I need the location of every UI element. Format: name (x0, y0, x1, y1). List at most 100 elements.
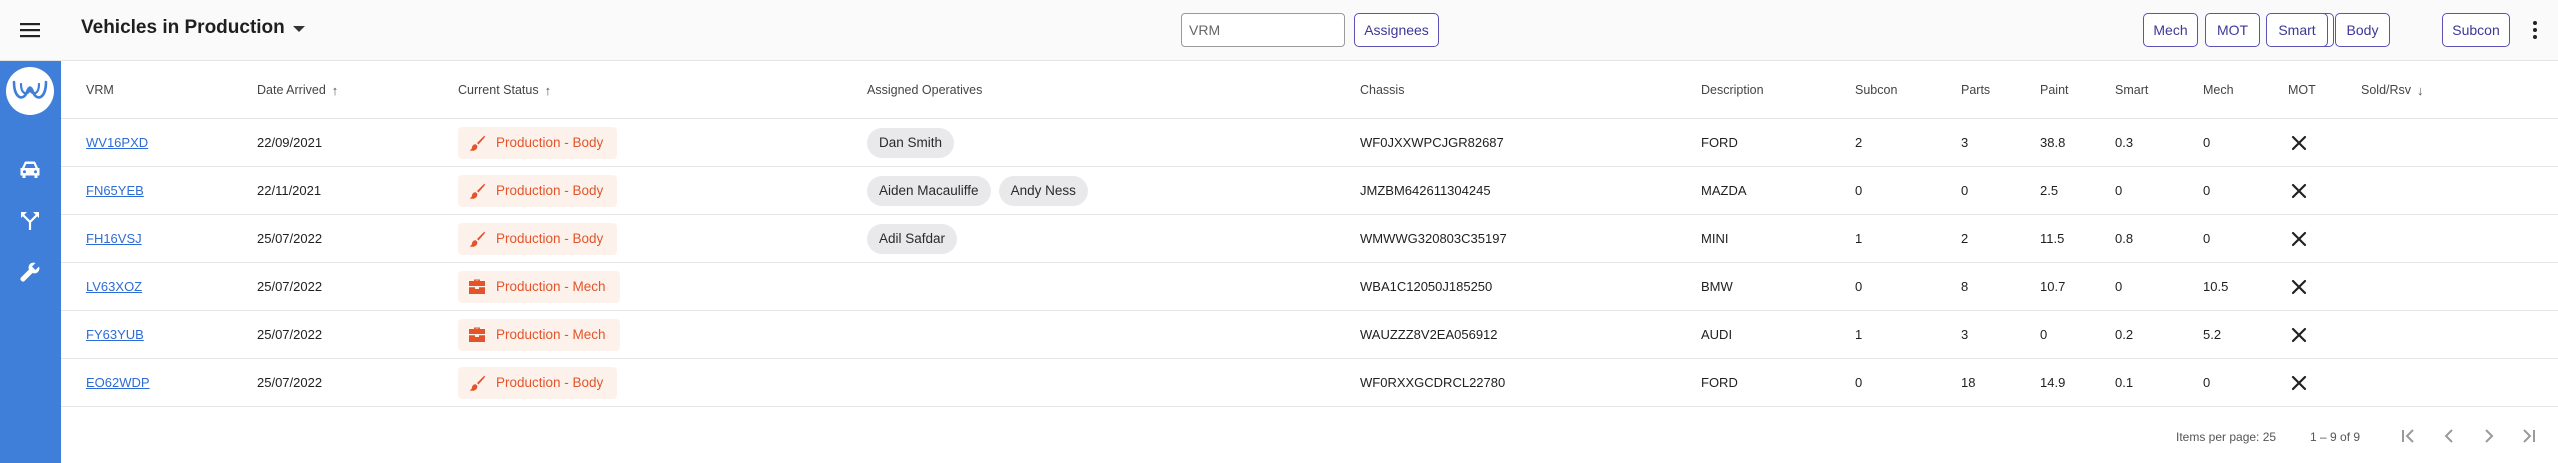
table-row[interactable]: EO62WDP 25/07/2022 Production - Body WF0… (61, 359, 2558, 407)
close-icon[interactable] (2290, 278, 2308, 296)
items-per-page-label: Items per page: 25 (2176, 430, 2277, 444)
wrench-icon[interactable] (15, 257, 45, 287)
subcon-value: 0 (1855, 375, 1863, 390)
table-row[interactable]: FN65YEB 22/11/2021 Production - Body Aid… (61, 167, 2558, 215)
vrm-search-input[interactable] (1181, 13, 1345, 47)
column-header-sold-rsv[interactable]: Sold/Rsv ↓ (2361, 83, 2424, 97)
top-toolbar: Vehicles in Production Assignees Mech MO… (0, 0, 2558, 61)
operative-chip[interactable]: Andy Ness (998, 175, 1088, 206)
subcon-value: 0 (1855, 279, 1863, 294)
items-per-page-value[interactable]: 25 (2263, 430, 2276, 444)
toolbox-icon (469, 279, 485, 294)
close-icon[interactable] (2290, 134, 2308, 152)
vrm-link[interactable]: LV63XOZ (86, 279, 142, 294)
vehicle-description: AUDI (1701, 327, 1733, 342)
vehicle-description: FORD (1701, 375, 1738, 390)
parts-value: 8 (1961, 279, 1969, 294)
column-header-description[interactable]: Description (1701, 83, 1764, 97)
brush-icon (469, 375, 485, 391)
chevron-down-icon (292, 26, 305, 32)
vehicle-description: MINI (1701, 231, 1729, 246)
filter-mot-button[interactable]: MOT (2205, 13, 2260, 47)
first-page-icon[interactable] (2397, 424, 2421, 448)
assignees-button[interactable]: Assignees (1354, 13, 1439, 47)
date-arrived: 25/07/2022 (257, 327, 323, 342)
column-header-date-arrived[interactable]: Date Arrived ↑ (257, 83, 338, 97)
table-row[interactable]: WV16PXD 22/09/2021 Production - Body Dan… (61, 119, 2558, 167)
paint-value: 38.8 (2040, 135, 2066, 150)
page-range: 1 – 9 of 9 (2310, 430, 2361, 444)
close-icon[interactable] (2290, 326, 2308, 344)
vrm-link[interactable]: FH16VSJ (86, 231, 142, 246)
operative-chip[interactable]: Dan Smith (867, 127, 955, 158)
operative-chip[interactable]: Aiden Macauliffe (867, 175, 991, 206)
filter-mech-button[interactable]: Mech (2143, 13, 2198, 47)
mech-value: 0 (2203, 135, 2211, 150)
chassis-number: WF0JXXWPCJGR82687 (1360, 135, 1504, 150)
chassis-number: WF0RXXGCDRCL22780 (1360, 375, 1506, 390)
vrm-link[interactable]: FN65YEB (86, 183, 144, 198)
last-page-icon[interactable] (2516, 424, 2540, 448)
wb-logo-icon[interactable] (6, 67, 54, 115)
mech-value: 5.2 (2203, 327, 2222, 342)
parts-value: 18 (1961, 375, 1976, 390)
column-header-current-status[interactable]: Current Status ↑ (458, 83, 551, 97)
status-label: Production - Mech (496, 327, 606, 342)
column-header-paint[interactable]: Paint (2040, 83, 2069, 97)
menu-icon[interactable] (14, 14, 46, 46)
table-row[interactable]: FH16VSJ 25/07/2022 Production - Body Adi… (61, 215, 2558, 263)
more-vert-icon[interactable] (2521, 14, 2549, 46)
subcon-value: 0 (1855, 183, 1863, 198)
fork-icon[interactable] (15, 206, 45, 236)
vehicle-description: FORD (1701, 135, 1738, 150)
page-title-dropdown[interactable]: Vehicles in Production (81, 17, 305, 39)
filter-smart-button[interactable]: Smart (2266, 13, 2328, 47)
paint-value: 14.9 (2040, 375, 2066, 390)
column-header-parts[interactable]: Parts (1961, 83, 1990, 97)
previous-page-icon[interactable] (2437, 424, 2461, 448)
column-header-smart[interactable]: Smart (2115, 83, 2148, 97)
column-header-mot[interactable]: MOT (2288, 83, 2316, 97)
smart-value: 0.3 (2115, 135, 2134, 150)
status-label: Production - Body (496, 375, 604, 390)
paint-value: 2.5 (2040, 183, 2059, 198)
date-arrived: 25/07/2022 (257, 279, 323, 294)
column-header-mech[interactable]: Mech (2203, 83, 2234, 97)
mech-value: 0 (2203, 375, 2211, 390)
vrm-link[interactable]: WV16PXD (86, 135, 148, 150)
filter-body-button[interactable]: Body (2335, 13, 2390, 47)
status-label: Production - Body (496, 135, 604, 150)
column-header-chassis[interactable]: Chassis (1360, 83, 1404, 97)
table-row[interactable]: LV63XOZ 25/07/2022 Production - Mech WBA… (61, 263, 2558, 311)
next-page-icon[interactable] (2477, 424, 2501, 448)
mech-value: 0 (2203, 231, 2211, 246)
filter-subcon-button[interactable]: Subcon (2442, 13, 2510, 47)
date-arrived: 22/09/2021 (257, 135, 323, 150)
close-icon[interactable] (2290, 230, 2308, 248)
brush-icon (469, 183, 485, 199)
brush-icon (469, 231, 485, 247)
status-chip: Production - Body (458, 126, 618, 159)
table-row[interactable]: FY63YUB 25/07/2022 Production - Mech WAU… (61, 311, 2558, 359)
vrm-link[interactable]: FY63YUB (86, 327, 144, 342)
vehicle-description: MAZDA (1701, 183, 1747, 198)
close-icon[interactable] (2290, 374, 2308, 392)
page-title: Vehicles in Production (81, 17, 285, 38)
chassis-number: JMZBM642611304245 (1360, 183, 1491, 198)
column-header-assigned-operatives[interactable]: Assigned Operatives (867, 83, 982, 97)
status-chip: Production - Mech (458, 318, 620, 351)
subcon-value: 1 (1855, 327, 1863, 342)
smart-value: 0.8 (2115, 231, 2134, 246)
close-icon[interactable] (2290, 182, 2308, 200)
paint-value: 0 (2040, 327, 2048, 342)
smart-value: 0 (2115, 183, 2123, 198)
vrm-link[interactable]: EO62WDP (86, 375, 150, 390)
car-icon[interactable] (15, 155, 45, 185)
column-header-vrm[interactable]: VRM (86, 83, 114, 97)
vehicles-table: VRM Date Arrived ↑ Current Status ↑ Assign… (61, 61, 2558, 407)
chassis-number: WAUZZZ8V2EA056912 (1360, 327, 1498, 342)
sort-up-icon: ↑ (331, 82, 339, 98)
parts-value: 0 (1961, 183, 1969, 198)
operative-chip[interactable]: Adil Safdar (867, 223, 958, 254)
column-header-subcon[interactable]: Subcon (1855, 83, 1897, 97)
